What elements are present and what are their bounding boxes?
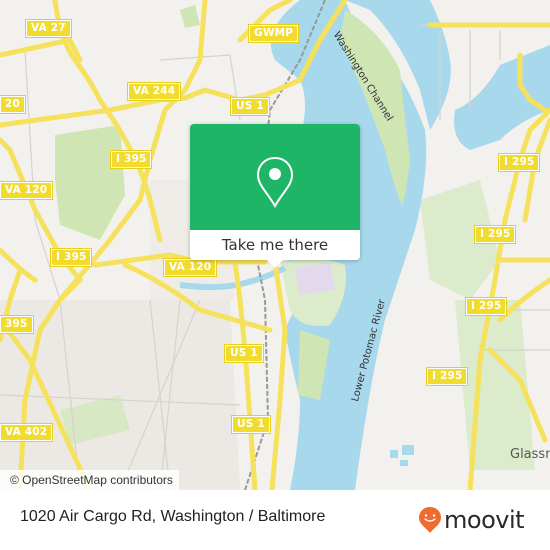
- road-shield-us-1: US 1: [231, 415, 271, 434]
- location-popup: Take me there: [190, 124, 360, 268]
- park-area: [55, 125, 125, 240]
- road-shield-us-1: US 1: [224, 344, 264, 363]
- road-shield-i-295: I 295: [464, 297, 508, 316]
- moovit-logo[interactable]: moovit: [418, 506, 525, 534]
- map-view[interactable]: VA 27 GWMP VA 244 US 1 I 395 VA 120 I 39…: [0, 0, 550, 490]
- park-area: [180, 5, 200, 28]
- road-shield-i-295: I 295: [473, 225, 517, 244]
- road-shield-va-402: VA 402: [0, 423, 54, 442]
- popup-tail: [267, 260, 283, 268]
- place-label-glassmanor: Glassm: [510, 447, 550, 462]
- solar-field: [390, 445, 414, 466]
- anacostia-river: [454, 45, 550, 150]
- road-shield-i-295: I 295: [497, 153, 541, 172]
- road-shield-va-120-partial: 20: [0, 95, 27, 114]
- address-label: 1020 Air Cargo Rd, Washington / Baltimor…: [20, 508, 326, 525]
- road-shield-va-244: VA 244: [126, 82, 182, 101]
- popup-header: [190, 124, 360, 230]
- road-shield-i-395: I 395: [49, 248, 93, 267]
- road-shield-va-120: VA 120: [0, 181, 54, 200]
- location-pin-icon: [256, 156, 294, 208]
- road-shield-va-120: VA 120: [162, 258, 218, 277]
- road-shield-va-27: VA 27: [25, 19, 72, 38]
- road-shield-i-395: 395: [0, 315, 34, 334]
- road-shield-gwmp: GWMP: [247, 24, 300, 43]
- take-me-there-button[interactable]: Take me there: [190, 230, 360, 260]
- road-shield-us-1: US 1: [230, 97, 270, 116]
- map-attribution[interactable]: © OpenStreetMap contributors: [0, 470, 179, 490]
- road-shield-i-395: I 395: [109, 150, 153, 169]
- road-shield-i-295: I 295: [425, 367, 469, 386]
- moovit-pin-icon: [419, 507, 441, 533]
- moovit-wordmark: moovit: [444, 506, 525, 534]
